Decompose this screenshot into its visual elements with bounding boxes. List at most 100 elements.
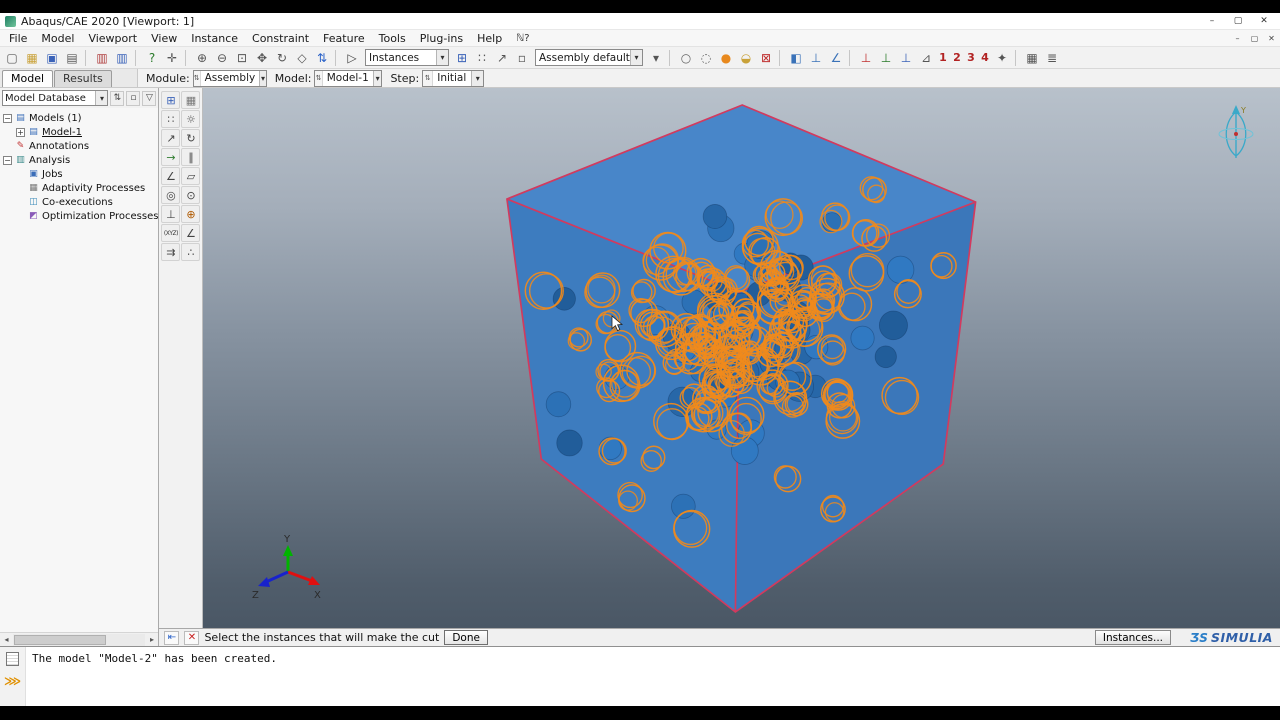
measure-angle-icon[interactable]: ∠ [826, 49, 846, 67]
cancel-procedure-icon[interactable]: ✕ [184, 630, 200, 645]
new-model-icon[interactable]: ▢ [2, 49, 22, 67]
merge-cut-instances-icon[interactable]: ⊕ [181, 205, 201, 223]
model-database-combo[interactable]: Model Database ▾ [2, 90, 109, 106]
done-button[interactable]: Done [444, 630, 488, 645]
mdi-minimize-button[interactable]: – [1229, 34, 1246, 43]
datum-plane-icon[interactable]: ◧ [786, 49, 806, 67]
instances-combo[interactable]: Instances ▾ [365, 49, 449, 66]
fit-view-icon[interactable]: ◇ [292, 49, 312, 67]
tree-link-icon[interactable]: ▫ [126, 90, 141, 106]
view-along-z-icon[interactable]: ⊥ [896, 49, 916, 67]
remove-view-cut-icon[interactable]: ⊠ [756, 49, 776, 67]
expand-icon[interactable]: + [16, 127, 25, 137]
menu-tools[interactable]: Tools [372, 31, 413, 46]
tree-item-annotations[interactable]: ✎ Annotations [0, 139, 158, 153]
color-options-icon[interactable]: ▾ [646, 49, 666, 67]
model-database-icon[interactable]: ▥ [92, 49, 112, 67]
previous-prompt-icon[interactable]: ⇤ [164, 630, 180, 645]
view-compass[interactable]: Y [1208, 102, 1264, 172]
close-button[interactable]: ✕ [1251, 14, 1277, 29]
layers-icon[interactable]: ≣ [1042, 49, 1062, 67]
step-combo[interactable]: ⇅ Initial ▾ [422, 69, 485, 87]
chevron-down-icon[interactable]: ▾ [436, 50, 448, 65]
view-along-y-icon[interactable]: ⊥ [876, 49, 896, 67]
rotate-about-axis-icon[interactable]: ∠ [181, 224, 201, 242]
maximize-button[interactable]: ▢ [1225, 14, 1251, 29]
tree-item-model-1[interactable]: + ▤ Model-1 [0, 125, 158, 139]
tab-results[interactable]: Results [54, 70, 112, 87]
filter-icon[interactable]: ▽ [142, 90, 157, 106]
tree-item-co-executions[interactable]: ◫ Co-executions [0, 195, 158, 209]
select-cursor-icon[interactable]: ▷ [342, 49, 362, 67]
cycle-views-icon[interactable]: ⇅ [312, 49, 332, 67]
viewport-1[interactable]: Y X Z Y [203, 88, 1280, 628]
view-preset-4-button[interactable]: 4 [978, 51, 992, 64]
scroll-left-icon[interactable]: ◂ [0, 635, 13, 644]
rotate-view-icon[interactable]: ↻ [272, 49, 292, 67]
collapse-icon[interactable]: − [3, 155, 12, 165]
chevron-down-icon[interactable]: ▾ [372, 70, 382, 86]
query-icon[interactable]: ? [142, 49, 162, 67]
chevron-down-icon[interactable]: ▾ [630, 50, 642, 65]
tree-item-analysis[interactable]: − ▥ Analysis [0, 153, 158, 167]
context-help-icon[interactable]: ℕ? [509, 32, 536, 45]
scrollbar-track[interactable] [13, 633, 146, 646]
view-cut-icon[interactable]: ◒ [736, 49, 756, 67]
menu-feature[interactable]: Feature [316, 31, 372, 46]
tree-item-jobs[interactable]: ▣ Jobs [0, 167, 158, 181]
open-icon[interactable]: ▦ [22, 49, 42, 67]
hidden-line-render-icon[interactable]: ◌ [696, 49, 716, 67]
output-database-icon[interactable]: ▥ [112, 49, 132, 67]
view-preset-1-button[interactable]: 1 [936, 51, 950, 64]
chevron-down-icon[interactable]: ▾ [259, 70, 266, 86]
tree-item-optimization-processes[interactable]: ◩ Optimization Processes [0, 209, 158, 223]
print-icon[interactable]: ▤ [62, 49, 82, 67]
display-group-icon[interactable]: ▦ [1022, 49, 1042, 67]
coincident-point-icon[interactable]: ⊙ [181, 186, 201, 204]
create-instance-icon[interactable]: ⊞ [161, 91, 181, 109]
create-constraint-icon[interactable]: ∥ [181, 148, 201, 166]
pan-view-icon[interactable]: ✥ [252, 49, 272, 67]
instances-button[interactable]: Instances... [1094, 630, 1172, 645]
model-combo[interactable]: ⇅ Model-1 ▾ [314, 69, 383, 87]
linear-pattern-icon[interactable]: ∷ [161, 110, 181, 128]
coaxial-icon[interactable]: ◎ [161, 186, 181, 204]
tree-spin-icon[interactable]: ⇅ [110, 90, 125, 106]
color-code-combo[interactable]: Assembly defaults ▾ [535, 49, 643, 66]
minimize-button[interactable]: – [1199, 14, 1225, 29]
shaded-render-icon[interactable]: ● [716, 49, 736, 67]
radial-pattern-icon[interactable]: ☼ [181, 110, 201, 128]
rotate-instance-icon[interactable]: ↻ [181, 129, 201, 147]
tools-icon[interactable]: ✛ [162, 49, 182, 67]
message-log-icon[interactable] [6, 652, 19, 666]
instance-manager-icon[interactable]: ▦ [181, 91, 201, 109]
tree-horizontal-scrollbar[interactable]: ◂ ▸ [0, 632, 159, 646]
scrollbar-thumb[interactable] [14, 634, 106, 645]
zoom-out-icon[interactable]: ⊖ [212, 49, 232, 67]
translate-instance-icon[interactable]: ↗ [161, 129, 181, 147]
save-icon[interactable]: ▣ [42, 49, 62, 67]
offset-instances-icon[interactable]: ⇉ [161, 243, 181, 261]
menu-view[interactable]: View [144, 31, 184, 46]
mdi-restore-button[interactable]: ▢ [1246, 34, 1263, 43]
translate-coordinates-icon[interactable]: (XYZ) [161, 224, 181, 242]
zoom-in-icon[interactable]: ⊕ [192, 49, 212, 67]
zoom-box-icon[interactable]: ⊡ [232, 49, 252, 67]
collapse-icon[interactable]: − [3, 113, 12, 123]
tree-item-adaptivity-processes[interactable]: ▦ Adaptivity Processes [0, 181, 158, 195]
custom-view-icon[interactable]: ⊿ [916, 49, 936, 67]
module-combo[interactable]: ⇅ Assembly ▾ [192, 69, 267, 87]
wireframe-render-icon[interactable]: ○ [676, 49, 696, 67]
chevron-down-icon[interactable]: ▾ [471, 70, 484, 86]
menu-file[interactable]: File [2, 31, 34, 46]
menu-viewport[interactable]: Viewport [81, 31, 144, 46]
chevron-down-icon[interactable]: ▾ [95, 91, 108, 105]
menu-instance[interactable]: Instance [184, 31, 245, 46]
create-instance-icon[interactable]: ⊞ [452, 49, 472, 67]
edge-to-edge-icon[interactable]: ∠ [161, 167, 181, 185]
parallel-csys-icon[interactable]: ⊥ [161, 205, 181, 223]
command-line-icon[interactable]: ⋙ [4, 675, 21, 687]
face-to-face-icon[interactable]: ▱ [181, 167, 201, 185]
mdi-close-button[interactable]: ✕ [1263, 34, 1280, 43]
menu-plug-ins[interactable]: Plug-ins [413, 31, 470, 46]
